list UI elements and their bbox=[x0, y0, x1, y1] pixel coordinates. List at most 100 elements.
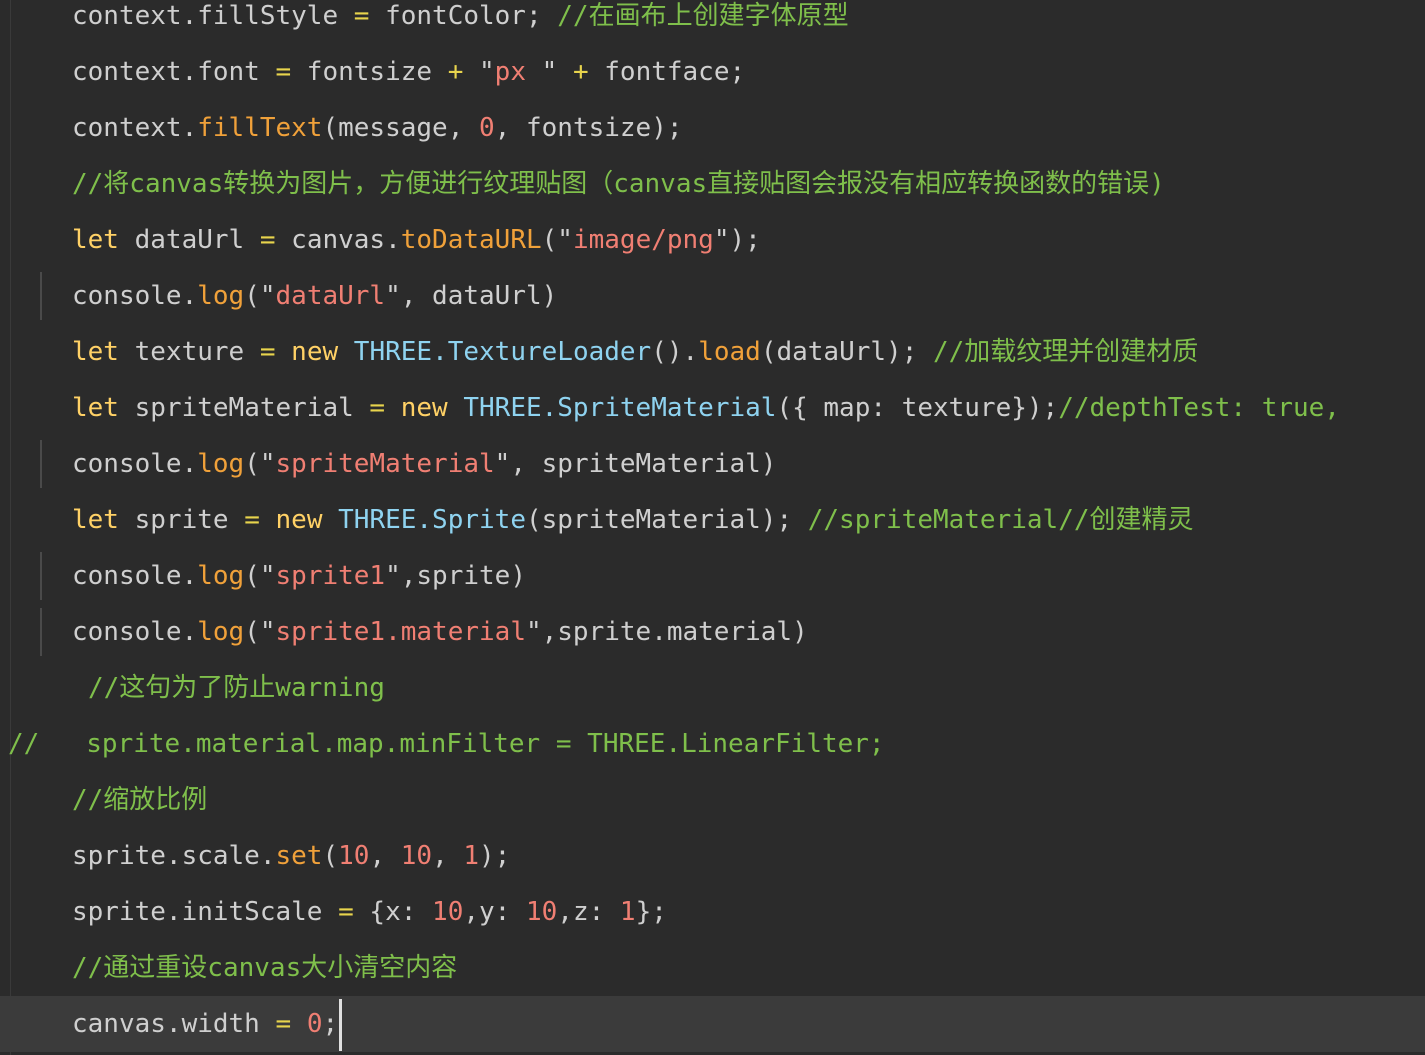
code-token: log bbox=[197, 617, 245, 647]
indent-guide bbox=[40, 552, 42, 600]
code-token: log bbox=[197, 281, 245, 311]
code-line[interactable]: context.font = fontsize + "px " + fontfa… bbox=[0, 44, 1425, 100]
code-token: 0 bbox=[306, 1009, 323, 1039]
code-token: + bbox=[447, 57, 464, 87]
code-token: set bbox=[275, 841, 323, 871]
code-token: THREE.SpriteMaterial bbox=[463, 393, 777, 423]
code-token: fontface; bbox=[588, 57, 746, 87]
code-line[interactable]: //这句为了防止warning bbox=[0, 660, 1425, 716]
code-token: console. bbox=[72, 617, 198, 647]
code-token: ", dataUrl) bbox=[385, 281, 558, 311]
code-token: + bbox=[572, 57, 589, 87]
code-token: (spriteMaterial); bbox=[525, 505, 808, 535]
code-line[interactable]: console.log("sprite1.material",sprite.ma… bbox=[0, 604, 1425, 660]
code-token: "); bbox=[713, 225, 761, 255]
code-token: 10 bbox=[432, 897, 464, 927]
code-token: //加载纹理并创建材质 bbox=[933, 337, 1199, 367]
code-token: = bbox=[244, 505, 260, 535]
code-token: 10 bbox=[400, 841, 433, 871]
code-token: (message, bbox=[322, 113, 480, 143]
code-line[interactable]: //将canvas转换为图片，方便进行纹理贴图（canvas直接贴图会报没有相应… bbox=[0, 156, 1425, 212]
code-line[interactable]: sprite.scale.set(10, 10, 1); bbox=[0, 828, 1425, 884]
code-line[interactable]: sprite.initScale = {x: 10,y: 10,z: 1}; bbox=[0, 884, 1425, 940]
code-token: let bbox=[72, 393, 119, 423]
code-token: (" bbox=[244, 561, 276, 591]
code-line[interactable]: let dataUrl = canvas.toDataURL("image/pn… bbox=[0, 212, 1425, 268]
code-token: ({ map: texture}); bbox=[776, 393, 1059, 423]
code-token: THREE.Sprite bbox=[338, 505, 526, 535]
code-line[interactable]: let sprite = new THREE.Sprite(spriteMate… bbox=[0, 492, 1425, 548]
code-token: (" bbox=[244, 617, 276, 647]
code-editor[interactable]: context.fillStyle = fontColor; //在画布上创建字… bbox=[0, 0, 1425, 1055]
code-token: = bbox=[338, 897, 354, 927]
code-token: 10 bbox=[525, 897, 558, 927]
code-line[interactable]: let spriteMaterial = new THREE.SpriteMat… bbox=[0, 380, 1425, 436]
code-token: ,y: bbox=[463, 897, 526, 927]
code-token: log bbox=[197, 561, 245, 591]
code-token: sprite.initScale bbox=[72, 897, 339, 927]
indent-guide bbox=[40, 608, 42, 656]
code-token: " bbox=[541, 57, 573, 87]
code-token: ,z: bbox=[557, 897, 620, 927]
code-token: ",sprite) bbox=[385, 561, 526, 591]
code-token: = bbox=[259, 337, 276, 367]
code-token: canvas. bbox=[275, 225, 401, 255]
code-line[interactable]: //通过重设canvas大小清空内容 bbox=[0, 940, 1425, 996]
code-line[interactable]: // sprite.material.map.minFilter = THREE… bbox=[0, 716, 1425, 772]
code-token: //将canvas转换为图片，方便进行纹理贴图（canvas直接贴图会报没有相应… bbox=[72, 169, 1165, 199]
code-token: sprite1 bbox=[275, 561, 386, 591]
code-token: (" bbox=[244, 281, 276, 311]
code-token: sprite1.material bbox=[275, 617, 526, 647]
code-token: context.font bbox=[72, 57, 276, 87]
code-token: ", spriteMaterial) bbox=[494, 449, 777, 479]
code-line[interactable]: //缩放比例 bbox=[0, 772, 1425, 828]
code-token: //这句为了防止warning bbox=[88, 673, 385, 703]
code-token: px bbox=[494, 57, 542, 87]
code-token: , bbox=[432, 841, 464, 871]
code-token: //通过重设canvas大小清空内容 bbox=[72, 953, 458, 983]
code-token: fontsize bbox=[291, 57, 448, 87]
indent-guide bbox=[40, 272, 42, 320]
code-token: new bbox=[275, 505, 323, 535]
code-line[interactable]: console.log("sprite1",sprite) bbox=[0, 548, 1425, 604]
code-token: image/png bbox=[572, 225, 714, 255]
code-token: {x: bbox=[353, 897, 433, 927]
code-token: (" bbox=[541, 225, 573, 255]
code-token: texture bbox=[118, 337, 260, 367]
code-token: ; bbox=[322, 1009, 339, 1039]
code-token: //在画布上创建字体原型 bbox=[557, 1, 849, 31]
code-token: // sprite.material.map.minFilter = THREE… bbox=[8, 729, 885, 759]
code-token: log bbox=[197, 449, 245, 479]
code-token: canvas.width bbox=[72, 1009, 276, 1039]
code-token: new bbox=[291, 337, 339, 367]
code-line[interactable]: console.log("spriteMaterial", spriteMate… bbox=[0, 436, 1425, 492]
code-token: , bbox=[369, 841, 401, 871]
indent-guide bbox=[40, 440, 42, 488]
code-token: 0 bbox=[479, 113, 495, 143]
code-line-current[interactable]: canvas.width = 0; bbox=[0, 996, 1425, 1052]
code-token: new bbox=[400, 393, 448, 423]
code-line[interactable]: console.log("dataUrl", dataUrl) bbox=[0, 268, 1425, 324]
code-token: = bbox=[275, 57, 292, 87]
code-line[interactable]: let texture = new THREE.TextureLoader().… bbox=[0, 324, 1425, 380]
code-token: console. bbox=[72, 449, 198, 479]
code-token: (dataUrl); bbox=[760, 337, 933, 367]
code-token: console. bbox=[72, 281, 198, 311]
code-token: toDataURL bbox=[400, 225, 542, 255]
code-token: //缩放比例 bbox=[72, 785, 208, 815]
code-token: let bbox=[72, 505, 119, 535]
code-line[interactable]: context.fillText(message, 0, fontsize); bbox=[0, 100, 1425, 156]
code-token: //depthTest: true, bbox=[1058, 393, 1340, 423]
code-token: sprite.scale. bbox=[72, 841, 276, 871]
code-token: context. bbox=[72, 113, 198, 143]
code-token: = bbox=[353, 1, 370, 31]
code-token: 1 bbox=[463, 841, 480, 871]
code-line[interactable]: context.fillStyle = fontColor; //在画布上创建字… bbox=[0, 0, 1425, 44]
code-token: ); bbox=[479, 841, 511, 871]
